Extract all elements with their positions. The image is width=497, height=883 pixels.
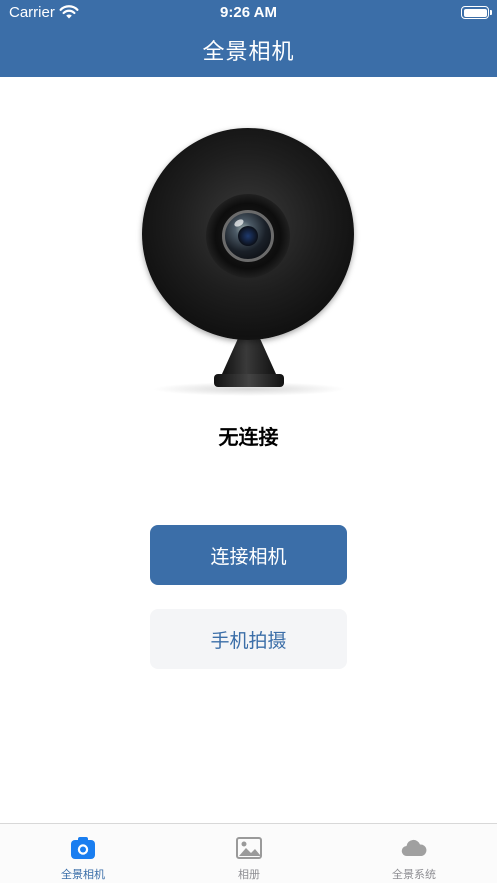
cloud-icon [401,839,427,857]
tab-label: 全景系统 [392,868,436,881]
navigation-header: Carrier 9:26 AM 全景相机 [0,0,497,77]
tab-label: 全景相机 [61,868,105,881]
battery-icon [461,6,492,19]
phone-shoot-button[interactable]: 手机拍摄 [150,609,347,669]
connection-status: 无连接 [218,425,279,449]
clock: 9:26 AM [220,4,277,21]
tab-panorama-camera[interactable]: 全景相机 [0,824,166,883]
tab-label: 相册 [238,868,260,881]
status-bar: Carrier 9:26 AM [0,0,497,26]
tab-bar: 全景相机 相册 全景系统 [0,823,497,883]
connect-camera-button[interactable]: 连接相机 [150,525,347,585]
page-title: 全景相机 [202,40,295,65]
tab-panorama-system[interactable]: 全景系统 [331,824,497,883]
camera-image [142,128,356,418]
photo-icon [236,837,262,859]
tab-album[interactable]: 相册 [166,824,332,883]
camera-icon [71,837,95,859]
